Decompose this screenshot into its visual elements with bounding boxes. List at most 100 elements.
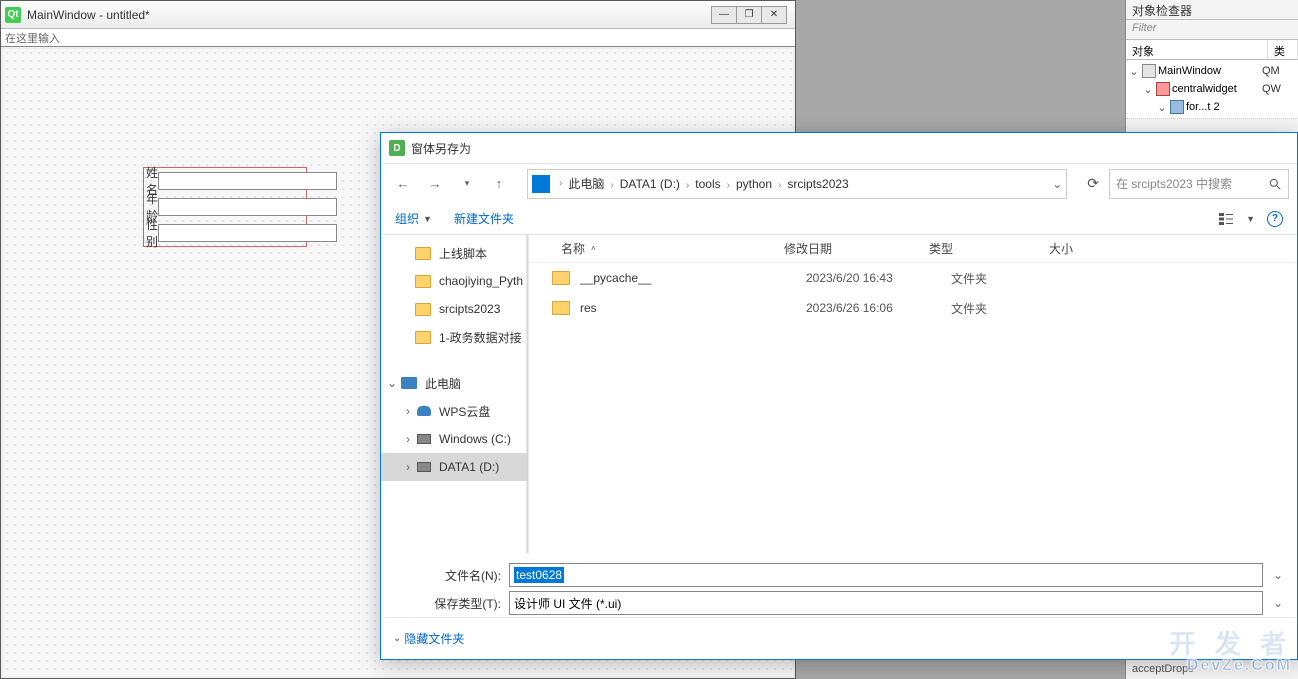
organize-menu[interactable]: 组织 ▼ [395, 210, 432, 227]
chevron-right-icon[interactable]: › [686, 180, 689, 191]
file-list-row[interactable]: __pycache__2023/6/20 16:43文件夹 [529, 263, 1297, 293]
inspector-tree[interactable]: ⌄ MainWindowQM ⌄ centralwidgetQW ⌄ for...t 2 [1126, 60, 1298, 119]
folder-tree-item[interactable]: › WPS云盘 [381, 397, 528, 425]
tree-item-label: 1-政务数据对接 [439, 329, 522, 346]
inspector-columns: 对象 类 [1126, 40, 1298, 60]
dlg-title: 窗体另存为 [411, 140, 471, 157]
drive-icon [417, 434, 431, 444]
folder-icon [552, 271, 570, 285]
nav-up-button[interactable]: ↑ [485, 170, 513, 198]
col-name-header[interactable]: 名称˄ [529, 240, 784, 257]
inspector-tree-item[interactable]: ⌄ centralwidgetQW [1128, 80, 1296, 98]
minimize-button[interactable]: — [711, 6, 737, 24]
tree-expand-icon[interactable]: ⌄ [1142, 83, 1154, 96]
file-list-row[interactable]: res2023/6/26 16:06文件夹 [529, 293, 1297, 323]
chevron-right-icon[interactable]: › [727, 180, 730, 191]
help-button[interactable]: ? [1267, 211, 1283, 227]
file-name-label: 文件名(N): [391, 567, 503, 584]
chevron-right-icon[interactable]: › [559, 178, 562, 189]
tree-node-name: for...t 2 [1186, 101, 1262, 113]
input-name[interactable] [158, 172, 337, 190]
breadcrumb-item[interactable]: DATA1 (D:) [619, 175, 681, 193]
refresh-button[interactable]: ⟳ [1087, 175, 1099, 192]
tree-caret-icon[interactable]: › [401, 460, 415, 474]
file-name-field[interactable]: test0628 [509, 563, 1263, 587]
view-options-button[interactable] [1218, 211, 1234, 227]
breadcrumb-item[interactable]: tools [694, 175, 721, 193]
maximize-button[interactable]: ❐ [736, 6, 762, 24]
file-list[interactable]: 名称˄ 修改日期 类型 大小 __pycache__2023/6/20 16:4… [529, 235, 1297, 553]
input-gender[interactable] [158, 224, 337, 242]
tree-expand-icon[interactable]: ⌄ [1128, 65, 1140, 78]
nav-recent-dropdown[interactable]: ▾ [453, 170, 481, 198]
breadcrumb-item[interactable]: srcipts2023 [786, 175, 849, 193]
col-size-header[interactable]: 大小 [1049, 240, 1129, 257]
label-gender: 性别 [146, 216, 158, 250]
tree-node-name: centralwidget [1172, 83, 1262, 95]
folder-tree-item[interactable]: ⌄此电脑 [381, 369, 528, 397]
save-type-field[interactable]: 设计师 UI 文件 (*.ui) [509, 591, 1263, 615]
tree-caret-icon[interactable]: › [401, 404, 415, 418]
breadcrumb-item[interactable]: python [735, 175, 773, 193]
tree-node-class: QM [1262, 65, 1296, 77]
pc-icon [532, 175, 550, 193]
form-layout-widget[interactable]: 姓名 年龄 性别 [143, 167, 307, 247]
file-name-dropdown[interactable]: ⌄ [1269, 568, 1287, 582]
pc-icon [401, 377, 417, 389]
folder-icon [552, 301, 570, 315]
tree-expand-icon[interactable]: ⌄ [1156, 101, 1168, 114]
nav-back-button[interactable]: ← [389, 170, 417, 198]
save-type-dropdown[interactable]: ⌄ [1269, 596, 1287, 610]
chevron-right-icon[interactable]: › [778, 180, 781, 191]
input-age[interactable] [158, 198, 337, 216]
folder-tree-item[interactable]: 1-政务数据对接 [381, 323, 528, 351]
sort-caret-icon: ˄ [591, 244, 596, 253]
address-dropdown-icon[interactable]: ⌄ [1052, 177, 1062, 191]
close-button[interactable]: ✕ [761, 6, 787, 24]
folder-tree-item[interactable]: ›DATA1 (D:) [381, 453, 528, 481]
file-type-cell: 文件夹 [951, 270, 1071, 287]
tree-caret-icon[interactable]: ⌄ [385, 376, 399, 390]
col-type-header[interactable]: 类型 [929, 240, 1049, 257]
col-class[interactable]: 类 [1268, 40, 1298, 59]
inspector-tree-item[interactable]: ⌄ MainWindowQM [1128, 62, 1296, 80]
chevron-right-icon[interactable]: › [610, 180, 613, 191]
tree-node-name: MainWindow [1158, 65, 1262, 77]
hide-folders-button[interactable]: 隐藏文件夹 [404, 630, 464, 647]
file-name-cell: res [580, 301, 806, 315]
inspector-filter[interactable]: Filter [1126, 20, 1298, 40]
dlg-toolbar: 组织 ▼ 新建文件夹 ▼ ? [381, 203, 1297, 235]
inspector-tree-item[interactable]: ⌄ for...t 2 [1128, 98, 1296, 116]
chevron-down-icon: ▼ [423, 214, 432, 224]
nav-forward-button[interactable]: → [421, 170, 449, 198]
col-object[interactable]: 对象 [1126, 40, 1268, 59]
inspector-title: 对象检查器 [1126, 0, 1298, 20]
qt-menubar-hint[interactable]: 在这里输入 [1, 29, 795, 47]
qt-titlebar: Qt MainWindow - untitled* — ❐ ✕ [1, 1, 795, 29]
address-bar[interactable]: › 此电脑 › DATA1 (D:) › tools › python › srcipts202… [527, 169, 1067, 199]
drive-icon [417, 462, 431, 472]
save-type-label: 保存类型(T): [391, 595, 503, 612]
new-folder-button[interactable]: 新建文件夹 [454, 210, 514, 227]
breadcrumb-item[interactable]: 此电脑 [567, 175, 605, 193]
folder-tree[interactable]: 上线脚本 chaojiying_Pyth srcipts2023 1-政务数据对接 ⌄此… [381, 235, 529, 553]
col-date-header[interactable]: 修改日期 [784, 240, 929, 257]
tree-item-label: srcipts2023 [439, 302, 500, 316]
folder-tree-item[interactable]: srcipts2023 [381, 295, 528, 323]
folder-tree-item[interactable]: › Windows (C:) [381, 425, 528, 453]
folder-tree-item[interactable]: 上线脚本 [381, 239, 528, 267]
tree-item-label: Windows (C:) [439, 432, 511, 446]
tree-item-label: WPS云盘 [439, 403, 490, 420]
folder-tree-item[interactable]: chaojiying_Pyth [381, 267, 528, 295]
chevron-down-icon[interactable]: ⌄ [393, 633, 401, 644]
search-box[interactable]: 在 srcipts2023 中搜索 [1109, 169, 1289, 199]
chevron-down-icon[interactable]: ▼ [1246, 214, 1255, 224]
tree-caret-icon[interactable]: › [401, 432, 415, 446]
dlg-nav-row: ← → ▾ ↑ › 此电脑 › DATA1 (D:) › tools › python › sr… [381, 163, 1297, 203]
tree-item-label: 上线脚本 [439, 245, 487, 262]
tree-node-class: QW [1262, 83, 1296, 95]
dlg-footer: ⌄ 隐藏文件夹 [381, 617, 1297, 659]
file-name-value: test0628 [514, 567, 564, 583]
list-header: 名称˄ 修改日期 类型 大小 [529, 235, 1297, 263]
widget-icon [1156, 82, 1170, 96]
